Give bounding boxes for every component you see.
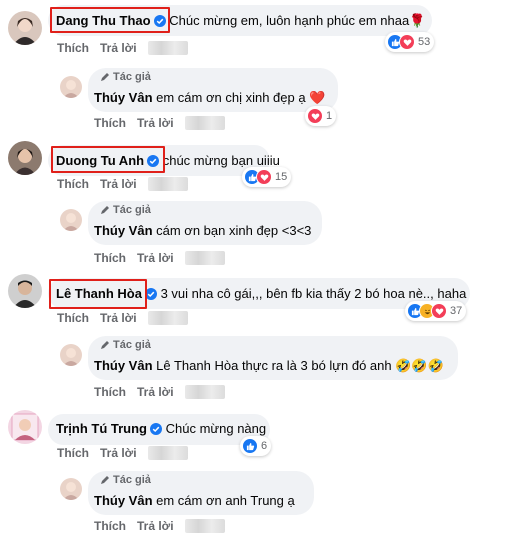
reply-text: cám ơn bạn xinh đẹp <3<3 [156,223,312,238]
reply-actions: Thích Trả lời [94,116,225,130]
reaction-count: 1 [326,110,333,122]
pen-icon [101,206,109,214]
reply-button[interactable]: Trả lời [100,311,137,325]
avatar[interactable] [60,344,82,366]
author-tag: Tác giả [100,339,151,351]
reply-bubble: Tác giả Thúy Vân em cám ơn anh Trung ạ [88,471,314,515]
comment-actions: Thích Trả lời [57,446,188,460]
comment-text: chúc mừng bạn uiiiu [162,153,280,168]
reply-actions: Thích Trả lời [94,519,225,533]
love-icon [431,303,447,319]
comment-actions: Thích Trả lời [57,177,188,191]
timestamp-blurred [184,116,225,130]
comment-text: 3 vui nha cô gái,,, bên fb kia thấy 2 bó… [160,286,467,301]
comment-actions: Thích Trả lời [57,311,188,325]
like-button[interactable]: Thích [57,177,89,191]
highlight-box [51,146,165,173]
avatar[interactable] [8,410,42,444]
like-button[interactable]: Thích [94,116,126,130]
timestamp-blurred [184,385,225,399]
reaction-summary[interactable]: 1 [305,106,337,126]
avatar[interactable] [60,209,82,231]
like-button[interactable]: Thích [57,311,89,325]
highlight-box [49,279,147,309]
reply-bubble: Tác giả Thúy Vân cám ơn bạn xinh đẹp <3<… [88,201,322,245]
timestamp-blurred [147,177,188,191]
reaction-count: 37 [450,305,463,317]
verified-badge-icon [150,423,162,435]
like-button[interactable]: Thích [57,41,89,55]
reply-button[interactable]: Trả lời [137,116,174,130]
reaction-count: 6 [261,440,268,452]
love-icon [256,169,272,185]
reply-text: em cám ơn chị xinh đẹp ạ ❤️ [156,90,326,105]
reaction-summary[interactable]: 6 [240,436,272,456]
pen-icon [101,476,109,484]
reply-author-name[interactable]: Thúy Vân [94,358,153,373]
avatar[interactable] [60,478,82,500]
author-tag: Tác giả [100,474,151,486]
reply-author-name[interactable]: Thúy Vân [94,493,153,508]
reply-bubble: Tác giả Thúy Vân em cám ơn chị xinh đẹp … [88,68,338,112]
avatar[interactable] [8,141,42,175]
timestamp-blurred [147,41,188,55]
timestamp-blurred [147,311,188,325]
timestamp-blurred [184,251,225,265]
avatar[interactable] [8,11,42,45]
like-button[interactable]: Thích [57,446,89,460]
comment-actions: Thích Trả lời [57,41,188,55]
mention-link[interactable]: Lê Thanh Hòa [156,358,238,373]
reply-author-name[interactable]: Thúy Vân [94,90,153,105]
commenter-name[interactable]: Trịnh Tú Trung [56,421,147,436]
reaction-summary[interactable]: 53 [385,32,435,52]
pen-icon [101,341,109,349]
reply-actions: Thích Trả lời [94,385,225,399]
reply-text: thực ra là 3 bó lựn đó anh 🤣🤣🤣 [241,358,444,373]
reply-text: em cám ơn anh Trung ạ [156,493,295,508]
reply-button[interactable]: Trả lời [137,519,174,533]
comment-text: Chúc mừng em, luôn hạnh phúc em nhaa🌹 [169,13,426,28]
reply-bubble: Tác giả Thúy Vân Lê Thanh Hòa thực ra là… [88,336,458,380]
reaction-count: 15 [275,171,288,183]
comment-text: Chúc mừng nàng [165,421,267,436]
like-button[interactable]: Thích [94,519,126,533]
reaction-summary[interactable]: 15 [242,167,292,187]
reaction-count: 53 [418,36,431,48]
reply-button[interactable]: Trả lời [137,251,174,265]
like-icon [242,438,258,454]
reaction-summary[interactable]: 37 [405,301,467,321]
pen-icon [101,73,109,81]
comment-bubble: Trịnh Tú Trung Chúc mừng nàng [48,414,270,445]
reply-author-name[interactable]: Thúy Vân [94,223,153,238]
like-button[interactable]: Thích [94,251,126,265]
timestamp-blurred [184,519,225,533]
reply-button[interactable]: Trả lời [100,41,137,55]
author-tag: Tác giả [100,71,151,83]
avatar[interactable] [8,274,42,308]
timestamp-blurred [147,446,188,460]
reply-actions: Thích Trả lời [94,251,225,265]
love-icon [307,108,323,124]
author-tag: Tác giả [100,204,151,216]
avatar[interactable] [60,76,82,98]
like-button[interactable]: Thích [94,385,126,399]
highlight-box [50,7,170,33]
reply-button[interactable]: Trả lời [100,177,137,191]
reply-button[interactable]: Trả lời [137,385,174,399]
reply-button[interactable]: Trả lời [100,446,137,460]
love-icon [399,34,415,50]
